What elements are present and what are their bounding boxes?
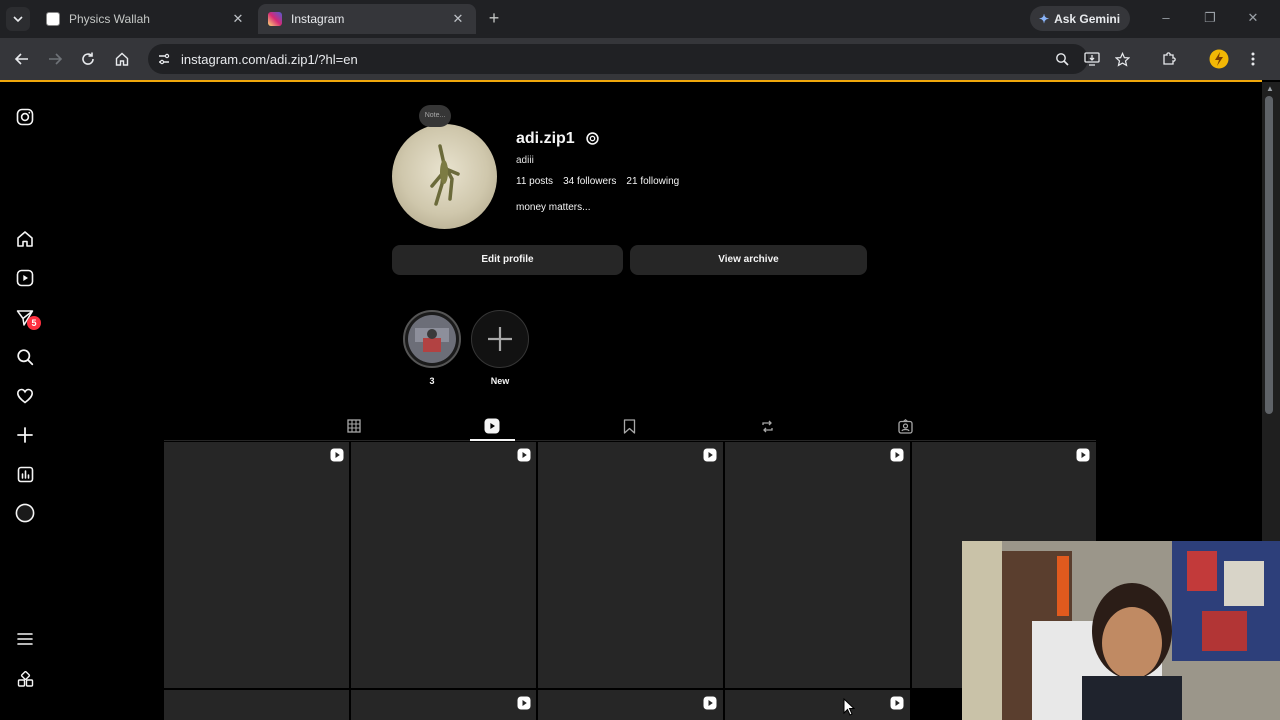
instagram-logo-icon[interactable]: [13, 105, 37, 129]
tab-search-menu-button[interactable]: [6, 7, 30, 31]
scrollbar-thumb[interactable]: [1265, 96, 1273, 414]
reel-thumbnail[interactable]: [538, 442, 723, 688]
new-highlight-button[interactable]: [471, 310, 529, 368]
reel-thumbnail[interactable]: [725, 690, 910, 720]
saved-icon[interactable]: [619, 416, 639, 436]
highlight-new-label: New: [490, 376, 510, 386]
following-count[interactable]: 21 following: [626, 176, 679, 187]
more-menu-icon[interactable]: [13, 627, 37, 651]
mouse-cursor-icon: [843, 698, 855, 716]
edit-profile-button[interactable]: Edit profile: [392, 245, 623, 275]
posts-grid-icon[interactable]: [344, 416, 364, 436]
profile-username: adi.zip1: [516, 130, 575, 147]
notifications-heart-icon[interactable]: [13, 384, 37, 408]
close-window-button[interactable]: ✕: [1243, 8, 1263, 28]
reel-play-icon: [1076, 448, 1090, 462]
extensions-puzzle-icon[interactable]: [1158, 48, 1180, 70]
back-button[interactable]: [11, 48, 33, 70]
note-bubble[interactable]: Note...: [419, 105, 451, 127]
plus-icon: [488, 327, 512, 351]
settings-gear-icon[interactable]: [584, 130, 601, 147]
reel-play-icon: [890, 448, 904, 462]
also-from-meta-icon[interactable]: [13, 667, 37, 691]
reel-play-icon: [890, 696, 904, 710]
posts-count: 11 posts: [516, 176, 554, 187]
ask-gemini-label: Ask Gemini: [1054, 11, 1121, 26]
instagram-favicon-icon: [268, 12, 282, 26]
gemini-sparkle-icon: ✦: [1039, 11, 1050, 26]
reels-tab-icon[interactable]: [482, 416, 502, 436]
url-text[interactable]: instagram.com/adi.zip1/?hl=en: [181, 52, 358, 67]
reel-thumbnail[interactable]: [164, 690, 349, 720]
tagged-icon[interactable]: [895, 416, 915, 436]
highlight-cover: [408, 315, 456, 363]
avatar-photo: [430, 144, 460, 206]
reel-thumbnail[interactable]: [164, 442, 349, 688]
dashboard-icon[interactable]: [13, 462, 37, 486]
chevron-down-icon: [13, 16, 23, 23]
reel-thumbnail[interactable]: [351, 690, 536, 720]
reel-thumbnail[interactable]: [725, 442, 910, 688]
reload-icon: [82, 52, 94, 65]
profile-avatar-icon[interactable]: [1208, 48, 1230, 70]
new-tab-button[interactable]: +: [484, 8, 504, 30]
reposts-icon[interactable]: [757, 416, 777, 436]
browser-tab-bar: Physics Wallah ✕ Instagram ✕ + ✦ Ask Gem…: [0, 0, 1280, 38]
webcam-overlay: [962, 541, 1280, 720]
bookmark-star-icon[interactable]: [1111, 48, 1133, 70]
messages-badge: 5: [27, 316, 41, 330]
chrome-menu-icon[interactable]: [1242, 48, 1264, 70]
tabs-divider: [164, 440, 1096, 441]
highlight-item[interactable]: [403, 310, 461, 368]
home-icon: [115, 52, 129, 66]
reel-thumbnail[interactable]: [351, 442, 536, 688]
highlight-label: 3: [429, 376, 435, 386]
tab-title: Instagram: [291, 12, 345, 26]
site-info-icon[interactable]: [152, 47, 176, 71]
install-app-icon[interactable]: [1081, 48, 1103, 70]
view-archive-button[interactable]: View archive: [630, 245, 867, 275]
webcam-feed-image: [962, 541, 1280, 720]
reel-play-icon: [703, 448, 717, 462]
tab-instagram[interactable]: Instagram ✕: [258, 4, 476, 34]
reel-play-icon: [517, 448, 531, 462]
tab-close-icon[interactable]: ✕: [450, 11, 466, 27]
scroll-up-arrow-icon[interactable]: ▲: [1264, 84, 1276, 94]
restore-button[interactable]: ❐: [1200, 8, 1220, 28]
followers-count[interactable]: 34 followers: [563, 176, 616, 187]
reels-icon[interactable]: [13, 266, 37, 290]
profile-avatar[interactable]: [392, 124, 497, 229]
arrow-left-icon: [14, 53, 28, 65]
search-icon[interactable]: [13, 345, 37, 369]
reel-play-icon: [330, 448, 344, 462]
profile-full-name: adiii: [516, 155, 534, 166]
reload-button[interactable]: [77, 48, 99, 70]
profile-bio: money matters...: [516, 202, 591, 213]
reel-thumbnail[interactable]: [538, 690, 723, 720]
active-tab-indicator: [470, 439, 515, 441]
home-icon[interactable]: [13, 227, 37, 251]
zoom-icon[interactable]: [1051, 48, 1073, 70]
tab-physics-wallah[interactable]: Physics Wallah ✕: [36, 4, 256, 34]
profile-icon[interactable]: [13, 501, 37, 525]
browser-toolbar: instagram.com/adi.zip1/?hl=en: [0, 38, 1280, 80]
ask-gemini-button[interactable]: ✦ Ask Gemini: [1030, 6, 1130, 31]
create-plus-icon[interactable]: [13, 423, 37, 447]
reel-play-icon: [517, 696, 531, 710]
tab-close-icon[interactable]: ✕: [230, 11, 246, 27]
tab-title: Physics Wallah: [69, 12, 150, 26]
minimize-button[interactable]: –: [1156, 8, 1176, 28]
home-button[interactable]: [111, 48, 133, 70]
forward-button[interactable]: [44, 48, 66, 70]
address-bar[interactable]: instagram.com/adi.zip1/?hl=en: [148, 44, 1088, 74]
arrow-right-icon: [49, 53, 63, 65]
profile-stats: 11 posts 34 followers 21 following: [516, 176, 679, 187]
reel-play-icon: [703, 696, 717, 710]
physics-wallah-favicon-icon: [46, 12, 60, 26]
